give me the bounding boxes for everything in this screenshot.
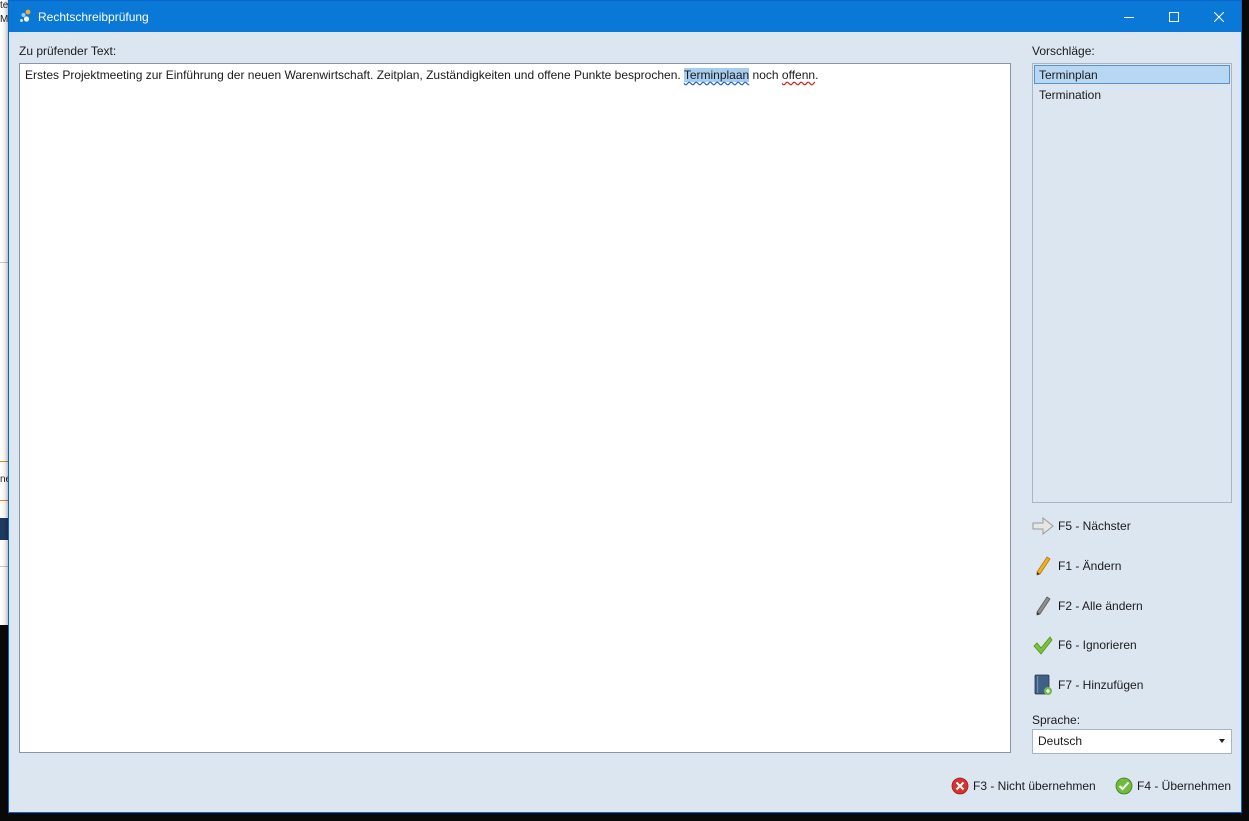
- text-segment: noch: [749, 68, 782, 82]
- language-select[interactable]: Deutsch: [1032, 729, 1232, 754]
- accept-button[interactable]: F4 - Übernehmen: [1114, 775, 1231, 797]
- language-value: Deutsch: [1038, 734, 1083, 748]
- add-button[interactable]: F7 - Hinzufügen: [1032, 673, 1143, 697]
- cancel-icon: [951, 777, 969, 795]
- minimize-icon: [1123, 16, 1134, 18]
- close-icon: [1213, 11, 1224, 22]
- pencil-icon: [1032, 555, 1054, 577]
- cancel-label: F3 - Nicht übernehmen: [973, 779, 1096, 793]
- pencil-grey-icon: [1032, 595, 1054, 617]
- change-button[interactable]: F1 - Ändern: [1032, 554, 1121, 578]
- change-all-label: F2 - Alle ändern: [1058, 599, 1143, 613]
- add-label: F7 - Hinzufügen: [1058, 678, 1144, 692]
- text-segment: .: [815, 68, 819, 82]
- accept-label: F4 - Übernehmen: [1137, 779, 1232, 793]
- app-icon: [20, 9, 31, 22]
- arrow-right-icon: [1032, 515, 1054, 537]
- text-to-check-area[interactable]: Erstes Projektmeeting zur Einführung der…: [19, 63, 1011, 753]
- title-bar[interactable]: Rechtschreibprüfung: [9, 1, 1241, 32]
- change-all-button[interactable]: F2 - Alle ändern: [1032, 594, 1143, 618]
- chevron-down-icon: [1219, 739, 1225, 743]
- cancel-button[interactable]: F3 - Nicht übernehmen: [950, 775, 1096, 797]
- text-to-check-label: Zu prüfender Text:: [19, 44, 117, 58]
- misspelled-word-current[interactable]: Terminplaan: [683, 68, 750, 82]
- next-button[interactable]: F5 - Nächster: [1032, 514, 1131, 538]
- accept-icon: [1115, 777, 1133, 795]
- suggestions-list[interactable]: Terminplan Termination: [1032, 63, 1232, 503]
- next-label: F5 - Nächster: [1058, 519, 1131, 533]
- window-title: Rechtschreibprüfung: [38, 10, 149, 24]
- language-label: Sprache:: [1032, 713, 1081, 727]
- minimize-button[interactable]: [1106, 1, 1151, 32]
- misspelled-word[interactable]: offenn: [782, 68, 815, 82]
- ignore-label: F6 - Ignorieren: [1058, 638, 1137, 652]
- ignore-button[interactable]: F6 - Ignorieren: [1032, 633, 1137, 657]
- close-button[interactable]: [1196, 1, 1241, 32]
- dictionary-add-icon: [1032, 674, 1054, 696]
- maximize-icon: [1168, 11, 1179, 22]
- checkmark-icon: [1032, 634, 1054, 656]
- spellcheck-dialog: Rechtschreibprüfung Zu prüfender Text: E…: [8, 0, 1242, 813]
- suggestion-item[interactable]: Termination: [1034, 85, 1230, 104]
- suggestion-item[interactable]: Terminplan: [1034, 65, 1230, 84]
- change-label: F1 - Ändern: [1058, 559, 1122, 573]
- maximize-button[interactable]: [1151, 1, 1196, 32]
- text-segment: Erstes Projektmeeting zur Einführung der…: [25, 68, 684, 82]
- suggestions-label: Vorschläge:: [1032, 44, 1095, 58]
